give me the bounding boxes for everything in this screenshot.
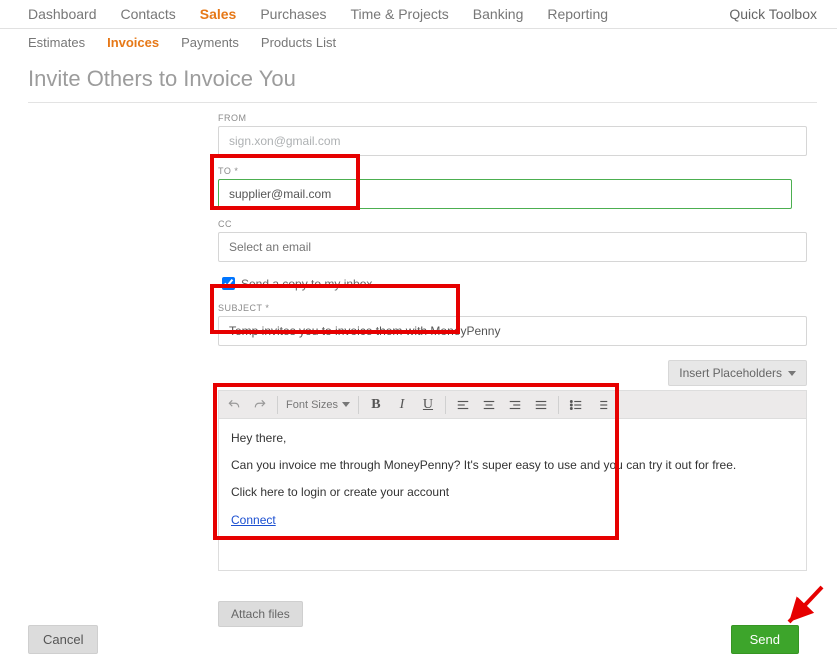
- subnav-payments[interactable]: Payments: [181, 35, 239, 50]
- divider: [28, 102, 817, 103]
- subject-field[interactable]: [218, 316, 807, 346]
- nav-reporting[interactable]: Reporting: [547, 6, 608, 22]
- cc-field[interactable]: [218, 232, 807, 262]
- editor-line: Click here to login or create your accou…: [231, 483, 794, 502]
- editor-line: Can you invoice me through MoneyPenny? I…: [231, 456, 794, 475]
- align-left-icon[interactable]: [454, 396, 472, 414]
- connect-link[interactable]: Connect: [231, 513, 276, 527]
- bullet-list-icon[interactable]: [567, 396, 585, 414]
- insert-placeholders-button[interactable]: Insert Placeholders: [668, 360, 807, 386]
- to-label: TO *: [218, 166, 807, 176]
- nav-time-projects[interactable]: Time & Projects: [351, 6, 449, 22]
- underline-icon[interactable]: U: [419, 396, 437, 414]
- attach-files-button[interactable]: Attach files: [218, 601, 303, 627]
- nav-purchases[interactable]: Purchases: [260, 6, 326, 22]
- font-sizes-dropdown[interactable]: Font Sizes: [286, 396, 350, 414]
- send-copy-checkbox[interactable]: [222, 277, 235, 290]
- nav-sales[interactable]: Sales: [200, 6, 237, 22]
- subject-label: SUBJECT *: [218, 303, 807, 313]
- nav-banking[interactable]: Banking: [473, 6, 524, 22]
- bold-icon[interactable]: B: [367, 396, 385, 414]
- send-copy-label: Send a copy to my inbox: [241, 277, 372, 291]
- chevron-down-icon: [342, 402, 350, 407]
- align-justify-icon[interactable]: [532, 396, 550, 414]
- font-sizes-label: Font Sizes: [286, 399, 338, 411]
- subnav-products-list[interactable]: Products List: [261, 35, 336, 50]
- chevron-down-icon: [788, 371, 796, 376]
- editor-line: Hey there,: [231, 429, 794, 448]
- top-nav: Dashboard Contacts Sales Purchases Time …: [0, 0, 837, 29]
- nav-dashboard[interactable]: Dashboard: [28, 6, 97, 22]
- page-title: Invite Others to Invoice You: [0, 56, 837, 98]
- align-right-icon[interactable]: [506, 396, 524, 414]
- footer: Cancel Send: [28, 625, 799, 654]
- cancel-button[interactable]: Cancel: [28, 625, 98, 654]
- number-list-icon[interactable]: [593, 396, 611, 414]
- undo-icon[interactable]: [225, 396, 243, 414]
- nav-contacts[interactable]: Contacts: [121, 6, 176, 22]
- sub-nav: Estimates Invoices Payments Products Lis…: [0, 29, 837, 56]
- italic-icon[interactable]: I: [393, 396, 411, 414]
- redo-icon[interactable]: [251, 396, 269, 414]
- quick-toolbox[interactable]: Quick Toolbox: [729, 6, 817, 22]
- from-field: [218, 126, 807, 156]
- insert-placeholders-label: Insert Placeholders: [679, 366, 782, 380]
- invite-form: FROM TO * CC Send a copy to my inbox SUB…: [218, 113, 807, 627]
- editor-toolbar: Font Sizes B I U: [218, 390, 807, 418]
- send-button[interactable]: Send: [731, 625, 799, 654]
- from-label: FROM: [218, 113, 807, 123]
- to-field[interactable]: [218, 179, 792, 209]
- subnav-invoices[interactable]: Invoices: [107, 35, 159, 50]
- align-center-icon[interactable]: [480, 396, 498, 414]
- message-editor[interactable]: Hey there, Can you invoice me through Mo…: [218, 418, 807, 571]
- subnav-estimates[interactable]: Estimates: [28, 35, 85, 50]
- cc-label: CC: [218, 219, 807, 229]
